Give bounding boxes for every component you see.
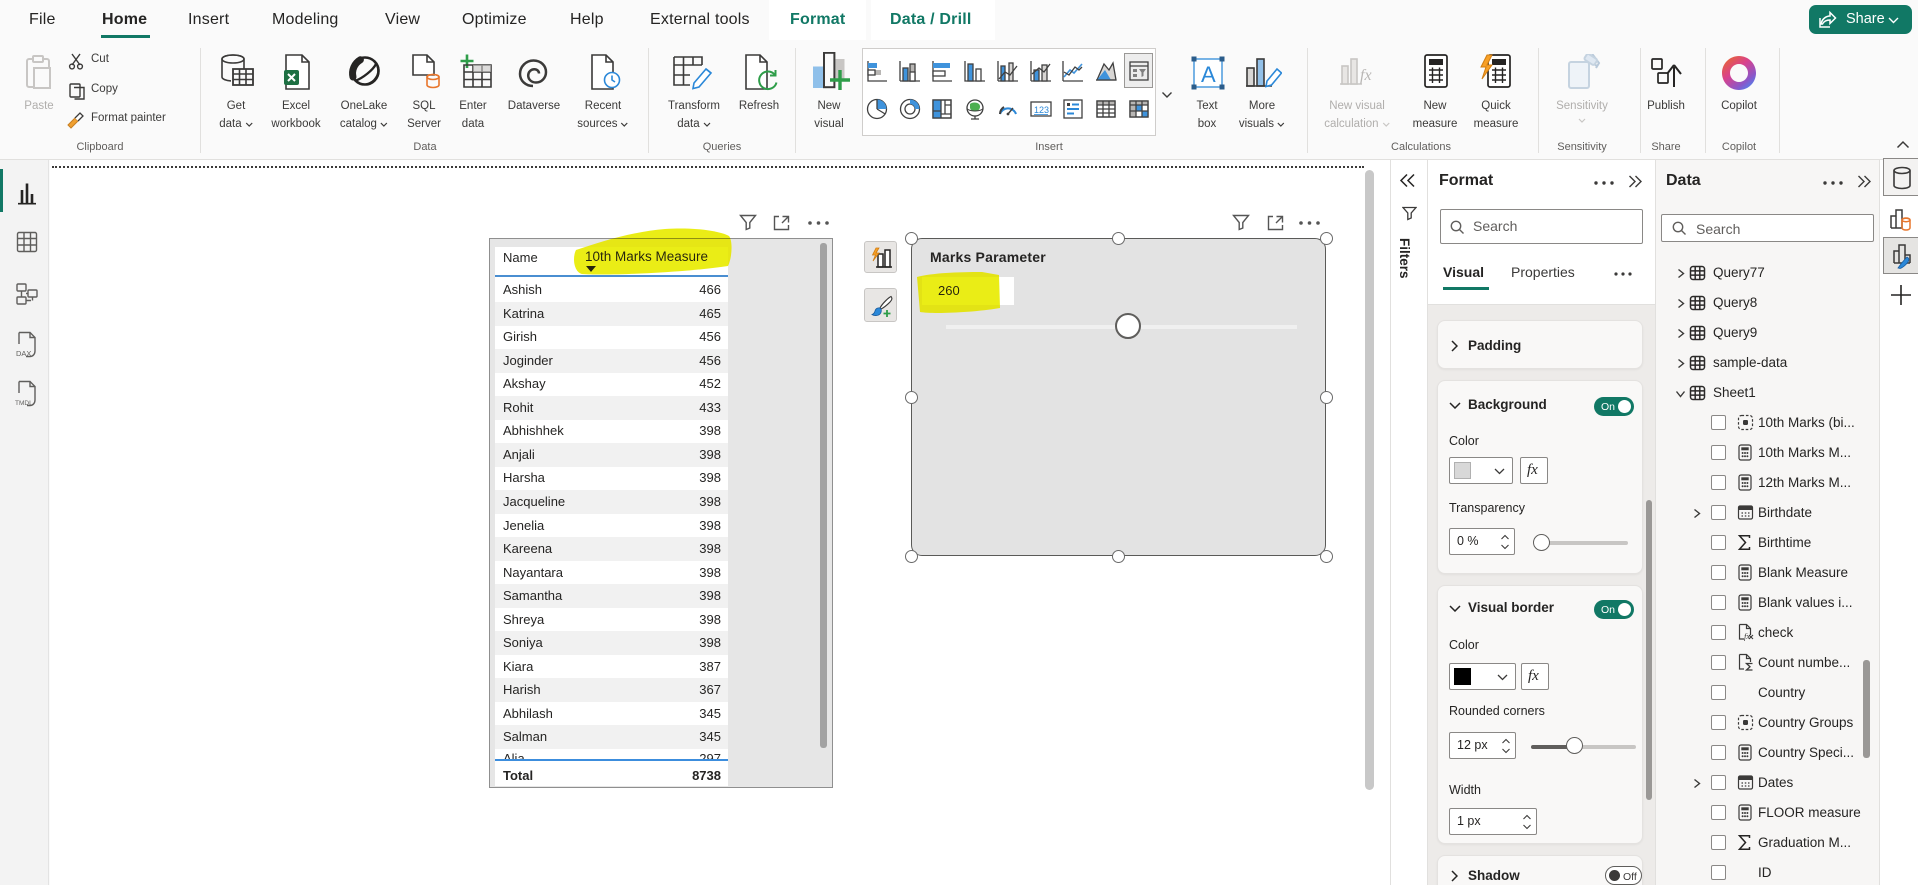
svg-text:fx: fx xyxy=(1360,67,1372,84)
svg-text:DAX: DAX xyxy=(16,349,31,358)
svg-text:123: 123 xyxy=(1034,105,1049,115)
svg-text:TMDL: TMDL xyxy=(15,400,33,407)
svg-text:A: A xyxy=(1201,62,1216,87)
